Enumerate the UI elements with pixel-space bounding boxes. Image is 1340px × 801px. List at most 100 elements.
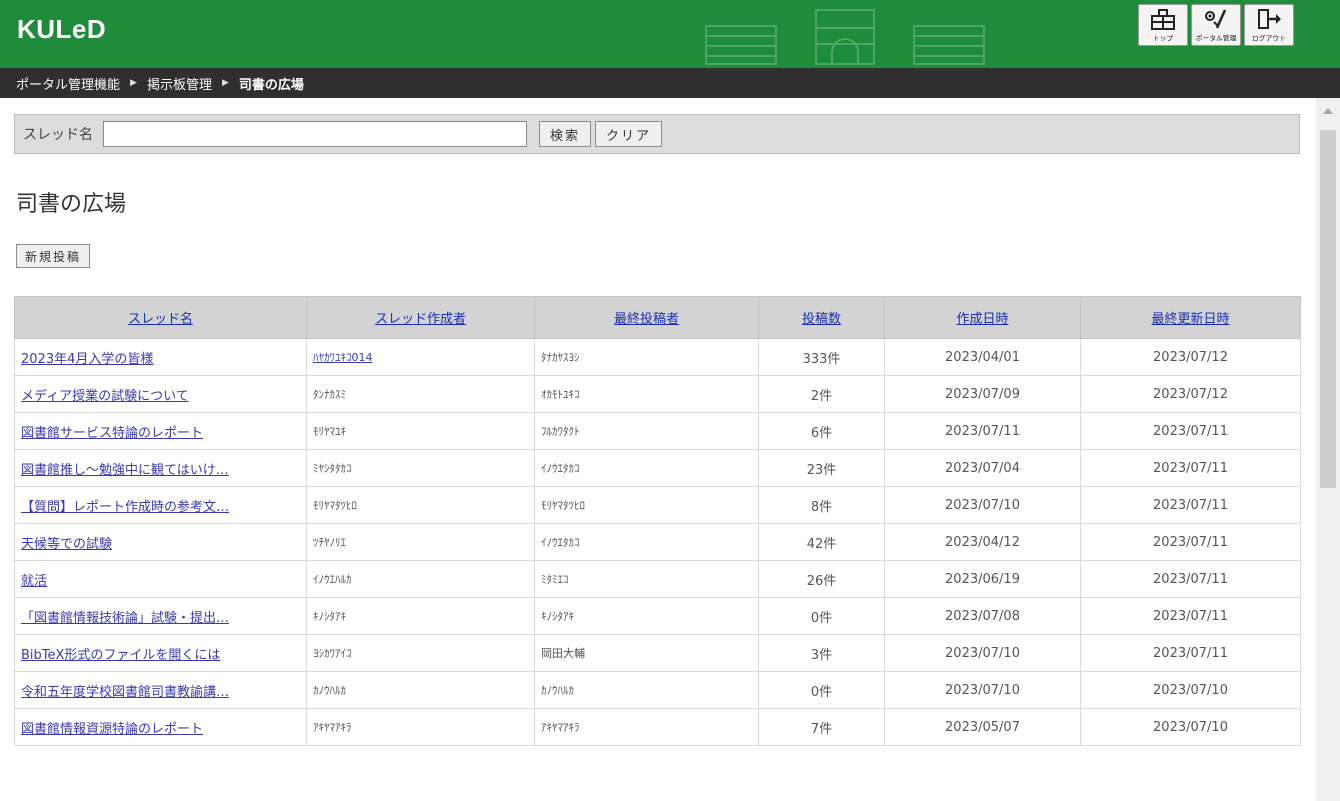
updated-date: 2023/07/10: [1153, 719, 1228, 735]
sort-link-creator[interactable]: スレッド作成者: [375, 312, 466, 327]
created-date-cell: 2023/05/07: [884, 708, 1081, 746]
logout-icon: [1258, 9, 1281, 29]
thread-name-link-cell[interactable]: BibTeX形式のファイルを開くには: [14, 634, 307, 672]
post-count-cell: 42件: [758, 523, 885, 561]
last-poster: ﾓﾘﾔﾏﾀﾂﾋﾛ: [541, 499, 585, 512]
scroll-up-arrow-icon[interactable]: [1323, 108, 1333, 114]
last-poster-cell: ｷﾉｼﾀｱｷ: [534, 597, 759, 635]
table-row: 令和五年度学校図書館司書教諭講… ｶﾉｳﾊﾙｶ ｶﾉｳﾊﾙｶ 0件 2023/07/10…: [14, 671, 1301, 709]
clear-button[interactable]: クリア: [595, 121, 663, 147]
last-poster-cell: 岡田大輔: [534, 634, 759, 672]
created-date-cell: 2023/04/12: [884, 523, 1081, 561]
sort-link-post-count[interactable]: 投稿数: [802, 312, 841, 327]
thread-name-link[interactable]: 天候等での試験: [21, 537, 112, 552]
top-button[interactable]: トップ: [1138, 4, 1188, 46]
scroll-thumb[interactable]: [1320, 130, 1336, 488]
thread-name-link-cell[interactable]: 【質問】レポート作成時の参考文…: [14, 486, 307, 524]
thread-name-link[interactable]: 「図書館情報技術論」試験・提出…: [21, 611, 229, 626]
thread-creator-cell: ｷﾉｼﾀｱｷ: [306, 597, 535, 635]
created-date-cell: 2023/07/11: [884, 412, 1081, 450]
created-date-cell: 2023/07/10: [884, 634, 1081, 672]
thread-creator: ﾓﾘﾔﾏﾕｷ: [313, 425, 346, 438]
updated-date: 2023/07/10: [1153, 682, 1228, 698]
updated-date-cell: 2023/07/11: [1080, 412, 1301, 450]
thread-name-link-cell[interactable]: メディア授業の試験について: [14, 375, 307, 413]
thread-name-link-cell[interactable]: 令和五年度学校図書館司書教諭講…: [14, 671, 307, 709]
last-poster: ｲﾉｳｴﾀｶｺ: [541, 536, 580, 549]
breadcrumb-portal-admin[interactable]: ポータル管理機能: [16, 74, 120, 93]
thread-creator: ﾖｼｶﾜｱｲｺ: [313, 647, 352, 660]
app-logo[interactable]: KULeD: [17, 14, 106, 45]
sort-link-thread-name[interactable]: スレッド名: [128, 312, 193, 327]
updated-date: 2023/07/11: [1153, 497, 1228, 513]
created-date-cell: 2023/04/01: [884, 338, 1081, 376]
page-scrollbar[interactable]: [1316, 98, 1340, 801]
last-poster: ｷﾉｼﾀｱｷ: [541, 610, 574, 623]
column-header-created[interactable]: 作成日時: [884, 296, 1081, 339]
new-post-button[interactable]: 新規投稿: [16, 244, 91, 268]
table-row: 図書館情報資源特論のレポート ｱｷﾔﾏｱｷﾗ ｱｷﾔﾏｱｷﾗ 7件 2023/05/07…: [14, 708, 1301, 746]
column-header-last-poster[interactable]: 最終投稿者: [534, 296, 759, 339]
thread-creator: ﾂﾁﾔﾉﾘｴ: [313, 536, 346, 549]
post-count: 26件: [806, 573, 837, 589]
logout-button[interactable]: ログアウト: [1244, 4, 1294, 46]
sort-link-last-poster[interactable]: 最終投稿者: [614, 312, 679, 327]
thread-name-link-cell[interactable]: 図書館サービス特論のレポート: [14, 412, 307, 450]
last-poster-cell: ﾐﾀﾐｴｺ: [534, 560, 759, 598]
thread-name-link[interactable]: 図書館サービス特論のレポート: [21, 426, 203, 441]
post-count: 0件: [810, 610, 833, 626]
updated-date-cell: 2023/07/11: [1080, 449, 1301, 487]
thread-creator-cell[interactable]: ﾊﾔｶﾜﾕｷｺ014: [306, 338, 535, 376]
thread-name-link-cell[interactable]: 図書館推し～勉強中に観てはいけ…: [14, 449, 307, 487]
last-poster: ｲﾉｳｴﾀｶｺ: [541, 462, 580, 475]
search-button[interactable]: 検索: [539, 121, 592, 147]
thread-name-link[interactable]: メディア授業の試験について: [21, 389, 189, 404]
thread-name-search-input[interactable]: [103, 121, 527, 147]
last-poster-cell: ﾓﾘﾔﾏﾀﾂﾋﾛ: [534, 486, 759, 524]
top-icon: [1151, 9, 1175, 30]
thread-creator[interactable]: ﾊﾔｶﾜﾕｷｺ014: [313, 351, 373, 364]
thread-name-link[interactable]: 就活: [21, 574, 47, 589]
created-date: 2023/06/19: [945, 571, 1020, 587]
column-header-updated[interactable]: 最終更新日時: [1080, 296, 1301, 339]
updated-date-cell: 2023/07/11: [1080, 486, 1301, 524]
column-header-thread-name[interactable]: スレッド名: [14, 296, 307, 339]
created-date: 2023/07/10: [945, 497, 1020, 513]
thread-name-link[interactable]: 図書館推し～勉強中に観てはいけ…: [21, 463, 229, 478]
created-date: 2023/07/08: [945, 608, 1020, 624]
last-poster: ﾐﾀﾐｴｺ: [541, 573, 569, 586]
breadcrumb: ポータル管理機能 ▶ 掲示板管理 ▶ 司書の広場: [0, 68, 1340, 98]
thread-name-link[interactable]: 図書館情報資源特論のレポート: [21, 722, 203, 737]
post-count: 23件: [806, 462, 837, 478]
breadcrumb-separator-icon: ▶: [130, 78, 137, 88]
sort-link-updated[interactable]: 最終更新日時: [1151, 312, 1229, 327]
created-date: 2023/04/01: [945, 349, 1020, 365]
search-bar: スレッド名 検索 クリア: [14, 114, 1300, 154]
thread-name-link-cell[interactable]: 図書館情報資源特論のレポート: [14, 708, 307, 746]
post-count-cell: 3件: [758, 634, 885, 672]
updated-date: 2023/07/11: [1153, 645, 1228, 661]
thread-name-link[interactable]: BibTeX形式のファイルを開くには: [21, 648, 220, 663]
created-date-cell: 2023/07/08: [884, 597, 1081, 635]
table-row: BibTeX形式のファイルを開くには ﾖｼｶﾜｱｲｺ 岡田大輔 3件 2023/07/1…: [14, 634, 1301, 672]
sort-link-created[interactable]: 作成日時: [956, 312, 1008, 327]
last-poster: 岡田大輔: [541, 647, 585, 660]
post-count: 6件: [810, 425, 833, 441]
updated-date-cell: 2023/07/10: [1080, 708, 1301, 746]
thread-name-link[interactable]: 【質問】レポート作成時の参考文…: [21, 500, 229, 515]
breadcrumb-board-admin[interactable]: 掲示板管理: [147, 74, 212, 93]
thread-name-link-cell[interactable]: 天候等での試験: [14, 523, 307, 561]
thread-name-link-cell[interactable]: 就活: [14, 560, 307, 598]
thread-name-link-cell[interactable]: 「図書館情報技術論」試験・提出…: [14, 597, 307, 635]
column-header-creator[interactable]: スレッド作成者: [306, 296, 535, 339]
thread-name-link-cell[interactable]: 2023年4月入学の皆様: [14, 338, 307, 376]
portal-admin-button[interactable]: ポータル管理: [1191, 4, 1241, 46]
thread-name-link[interactable]: 2023年4月入学の皆様: [21, 352, 153, 367]
post-count: 3件: [810, 647, 833, 663]
column-header-post-count[interactable]: 投稿数: [758, 296, 885, 339]
thread-name-link[interactable]: 令和五年度学校図書館司書教諭講…: [21, 685, 229, 700]
post-count-cell: 333件: [758, 338, 885, 376]
created-date-cell: 2023/07/10: [884, 671, 1081, 709]
thread-creator: ﾀﾝﾅｶｽﾐ: [313, 388, 346, 401]
table-row: 図書館サービス特論のレポート ﾓﾘﾔﾏﾕｷ ﾌﾙｶﾜﾀｸﾄ 6件 2023/07/11 2…: [14, 412, 1301, 450]
